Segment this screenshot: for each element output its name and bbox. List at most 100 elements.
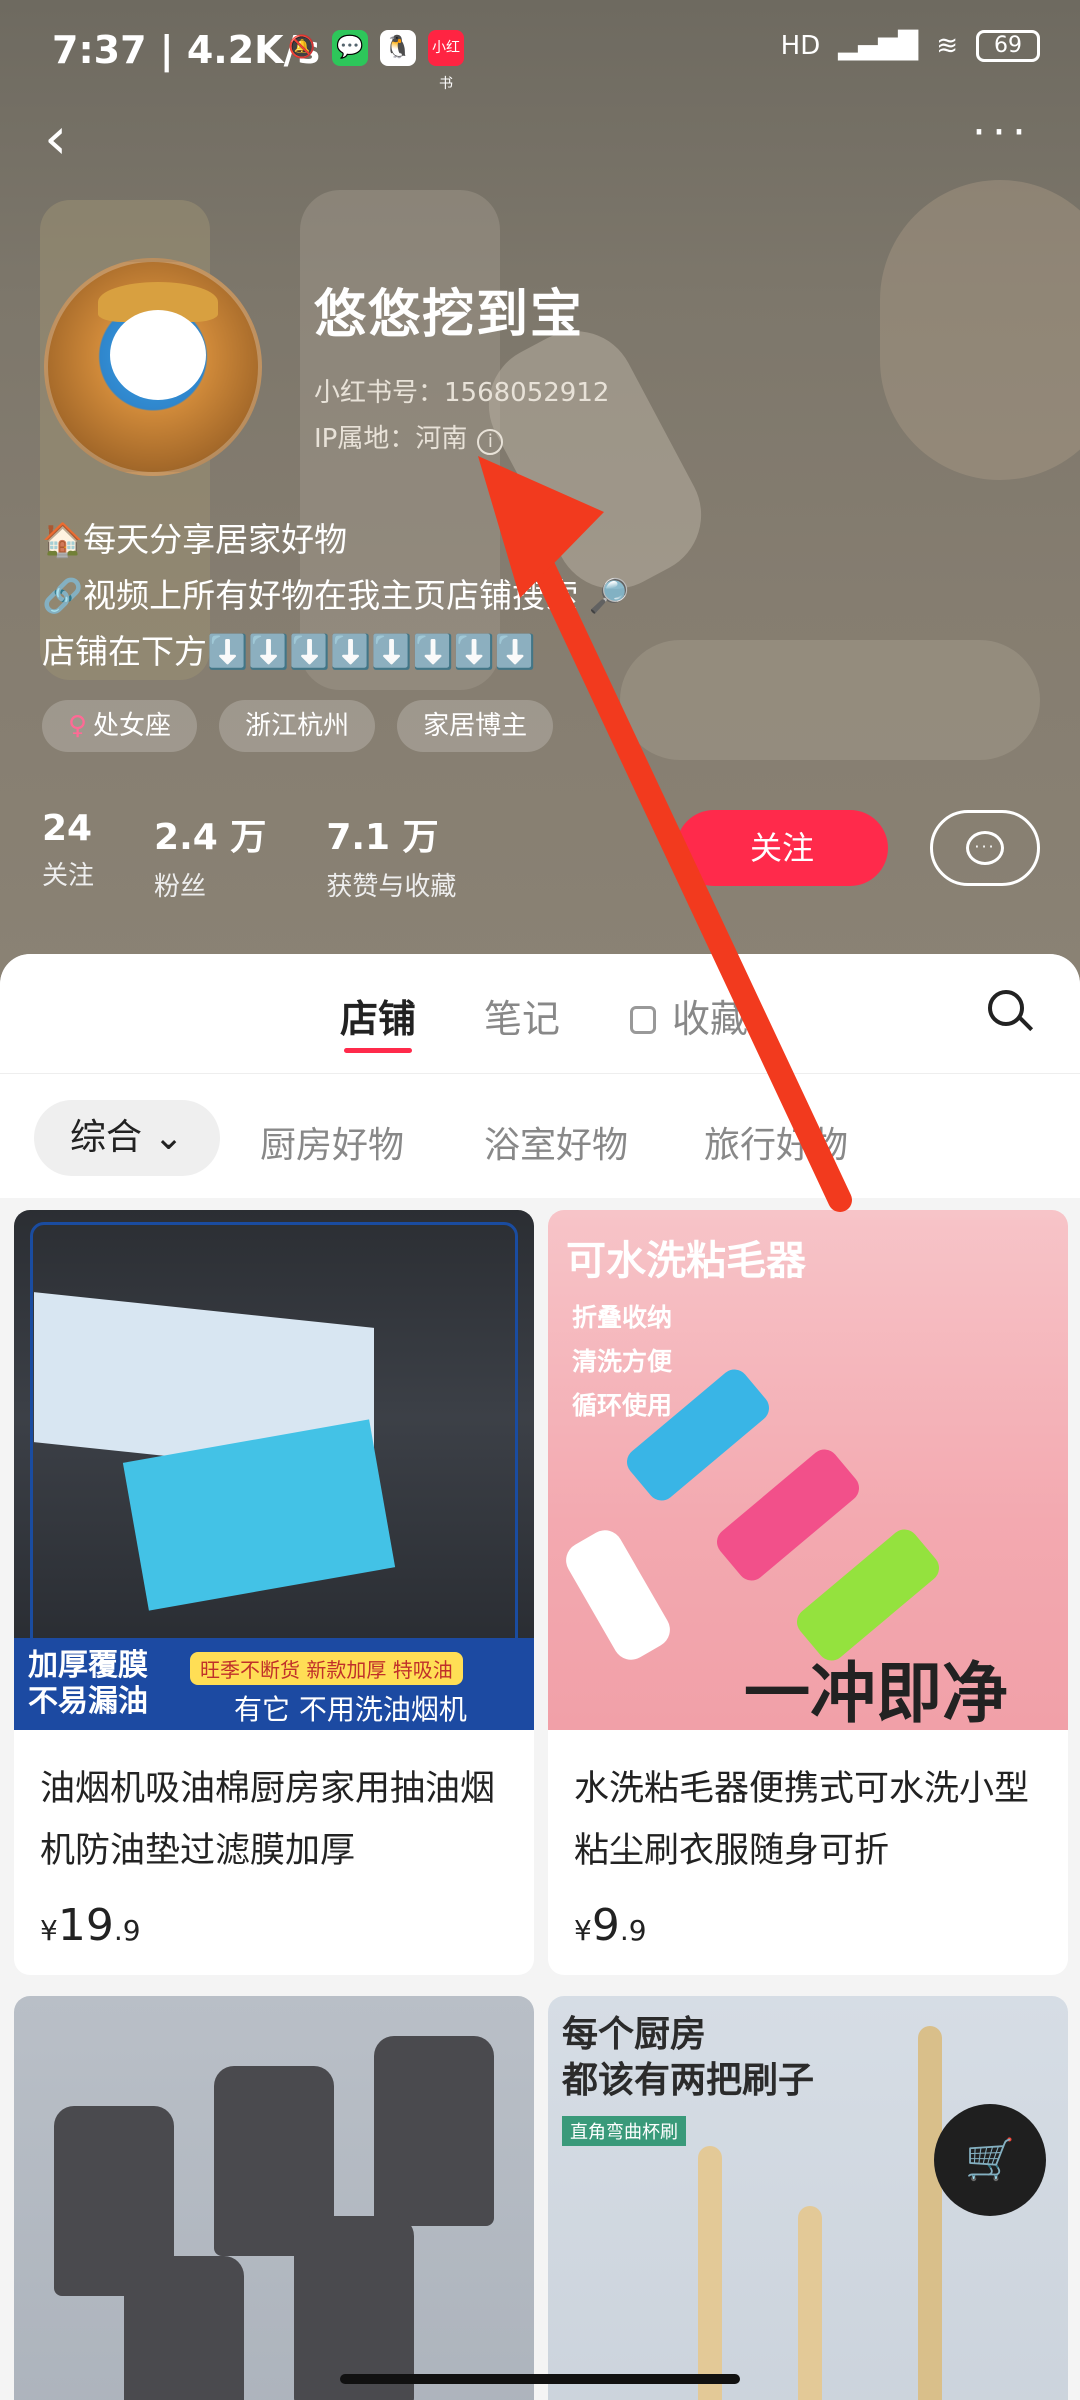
tag-zodiac[interactable]: ♀ 处女座 [42, 700, 198, 752]
stat-value: 24 [42, 808, 93, 849]
price-int: 9 [591, 1900, 620, 1951]
ip-location-text: IP属地：河南 [314, 424, 468, 454]
xiaohongshu-icon: 小红书 [428, 30, 464, 92]
price-dec: .9 [619, 1914, 647, 1947]
image-caption: 有它 不用洗油烟机 [234, 1693, 467, 1726]
product-image [14, 1996, 534, 2400]
stat-label: 关注 [42, 861, 95, 891]
profile-stats: 24 关注 2.4 万粉丝 7.1 万获赞与收藏 [42, 808, 456, 903]
shoe-bag [374, 2036, 494, 2226]
product-card[interactable] [14, 1996, 534, 2400]
category-travel[interactable]: 旅行好物 [704, 1116, 848, 1168]
home-indicator[interactable] [340, 2374, 740, 2384]
image-caption: 加厚覆膜 不易漏油 [28, 1648, 148, 1719]
notification-icons: 🔕 💬 🐧 小红书 [284, 30, 464, 92]
category-label: 综合 [70, 1117, 143, 1158]
product-price: ¥9.9 [548, 1882, 1068, 1975]
network-label: HD [780, 31, 821, 61]
content-panel: 店铺 笔记 收藏 综合 ⌄ 厨房好物 浴室好物 旅行好物 加厚覆膜 不易漏油 旺… [0, 954, 1080, 2400]
stat-followers[interactable]: 2.4 万粉丝 [154, 808, 266, 903]
message-button[interactable]: ··· [930, 810, 1040, 886]
shoe-bag [294, 2216, 414, 2400]
brush [698, 2146, 722, 2400]
stat-label: 粉丝 [154, 872, 207, 902]
product-price: ¥19.9 [14, 1882, 534, 1975]
shopping-cart-icon[interactable]: 🛒 [934, 2104, 1046, 2216]
roller-pink [711, 1443, 865, 1587]
tab-favorites[interactable]: 收藏 [630, 988, 748, 1043]
roller-cap [559, 1523, 677, 1667]
battery-icon: 69 [976, 30, 1040, 62]
stat-following[interactable]: 24 关注 [42, 808, 94, 903]
qq-icon: 🐧 [380, 30, 416, 66]
female-icon: ♀ [68, 711, 88, 741]
product-card[interactable]: 可水洗粘毛器 折叠收纳 清洗方便 循环使用 一冲即净 水洗粘毛器便携式可水洗小型… [548, 1210, 1068, 1975]
shoe-bag [124, 2256, 244, 2400]
image-caption: 直角弯曲杯刷 [562, 2116, 686, 2146]
tab-label: 收藏 [672, 997, 749, 1041]
brush [798, 2206, 822, 2400]
status-time: 7:37 | 4.2K/s [52, 28, 321, 72]
search-icon[interactable] [988, 990, 1034, 1034]
tab-notes[interactable]: 笔记 [484, 988, 560, 1043]
more-options-icon[interactable]: ··· [972, 111, 1032, 155]
product-image: 可水洗粘毛器 折叠收纳 清洗方便 循环使用 一冲即净 [548, 1210, 1068, 1730]
background-plate [620, 640, 1040, 760]
tab-label: 店铺 [340, 997, 417, 1041]
category-kitchen[interactable]: 厨房好物 [260, 1116, 404, 1168]
follow-button[interactable]: 关注 [676, 810, 888, 886]
currency: ¥ [574, 1914, 592, 1947]
currency: ¥ [40, 1914, 58, 1947]
bio-line: 🔗视频上所有好物在我主页店铺搜索 🔎 [42, 576, 630, 615]
tag-label: 浙江杭州 [245, 711, 350, 741]
tab-label: 笔记 [484, 997, 561, 1041]
image-caption: 每个厨房 都该有两把刷子 [562, 2014, 815, 2101]
status-right: HD ▂▄▆█ ≋ 69 [781, 30, 1040, 62]
stat-value: 2.4 万 [154, 817, 267, 858]
stat-label: 获赞与收藏 [326, 872, 457, 902]
tab-shop[interactable]: 店铺 [340, 988, 417, 1053]
info-icon[interactable]: i [477, 429, 504, 455]
tag-label: 处女座 [93, 711, 172, 741]
bio-line: 🏠每天分享居家好物 [42, 520, 348, 559]
back-icon[interactable]: ‹ [44, 108, 88, 168]
product-image: 加厚覆膜 不易漏油 旺季不断货 新款加厚 特吸油 有它 不用洗油烟机 [14, 1210, 534, 1730]
profile-bio: 🏠每天分享居家好物 🔗视频上所有好物在我主页店铺搜索 🔎 店铺在下方⬇️⬇️⬇️… [42, 512, 630, 680]
category-bar: 综合 ⌄ 厨房好物 浴室好物 旅行好物 [0, 1074, 1080, 1198]
tab-bar: 店铺 笔记 收藏 [0, 954, 1080, 1074]
tag-category[interactable]: 家居博主 [397, 700, 554, 752]
status-bar: 7:37 | 4.2K/s 🔕 💬 🐧 小红书 HD ▂▄▆█ ≋ 69 [0, 0, 1080, 100]
image-caption: 可水洗粘毛器 [566, 1238, 806, 1284]
tab-underline [344, 1048, 413, 1053]
stat-likes[interactable]: 7.1 万获赞与收藏 [326, 808, 456, 903]
red-id: 小红书号：1568052912 [314, 378, 610, 408]
product-title: 水洗粘毛器便携式可水洗小型粘尘刷衣服随身可折 [574, 1769, 1030, 1871]
tag-location[interactable]: 浙江杭州 [219, 700, 376, 752]
product-title: 油烟机吸油棉厨房家用抽油烟机防油垫过滤膜加厚 [40, 1769, 496, 1871]
background-hand [880, 180, 1080, 480]
wechat-icon: 💬 [332, 30, 368, 66]
avatar-face [110, 310, 206, 400]
product-card[interactable]: 加厚覆膜 不易漏油 旺季不断货 新款加厚 特吸油 有它 不用洗油烟机 油烟机吸油… [14, 1210, 534, 1975]
chevron-down-icon: ⌄ [142, 1117, 184, 1158]
profile-header: 7:37 | 4.2K/s 🔕 💬 🐧 小红书 HD ▂▄▆█ ≋ 69 ‹ ·… [0, 0, 1080, 990]
image-caption: 旺季不断货 新款加厚 特吸油 [190, 1652, 463, 1685]
search-icon-handle [1018, 1016, 1034, 1032]
image-caption: 折叠收纳 清洗方便 循环使用 [572, 1303, 673, 1420]
category-bathroom[interactable]: 浴室好物 [484, 1116, 628, 1168]
wifi-icon: ≋ [936, 31, 958, 61]
price-int: 19 [57, 1900, 114, 1951]
search-icon-lens [988, 990, 1024, 1026]
profile-name: 悠悠挖到宝 [314, 285, 585, 345]
bio-line: 店铺在下方⬇️⬇️⬇️⬇️⬇️⬇️⬇️⬇️ [42, 632, 536, 671]
category-all[interactable]: 综合 ⌄ [34, 1100, 220, 1176]
chat-bubble-icon: ··· [966, 831, 1004, 865]
signal-icon: ▂▄▆█ [838, 31, 919, 61]
mute-icon: 🔕 [288, 35, 316, 60]
lock-icon [630, 1006, 656, 1034]
image-caption: 一冲即净 [744, 1655, 1008, 1730]
price-dec: .9 [113, 1914, 141, 1947]
ip-location: IP属地：河南 i [314, 418, 504, 455]
avatar[interactable] [44, 258, 262, 476]
tag-label: 家居博主 [423, 711, 528, 741]
